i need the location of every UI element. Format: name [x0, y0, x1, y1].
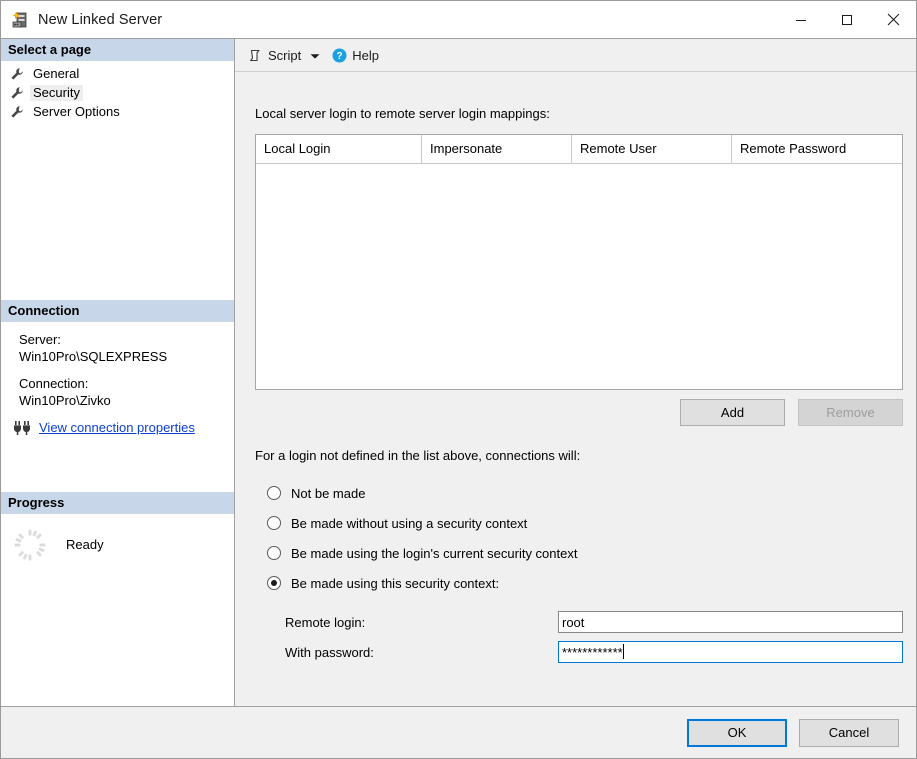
- view-connection-properties-link[interactable]: View connection properties: [39, 420, 195, 435]
- select-page-header: Select a page: [1, 39, 234, 61]
- sidebar-item-label: General: [30, 66, 82, 82]
- dialog-body: Select a page General Security: [1, 38, 916, 706]
- help-label: Help: [352, 48, 379, 63]
- undefined-login-prompt: For a login not defined in the list abov…: [255, 448, 903, 463]
- connection-header: Connection: [1, 300, 234, 322]
- window-controls: [778, 1, 916, 38]
- option-label: Be made using this security context:: [291, 576, 499, 591]
- help-button[interactable]: ? Help: [329, 43, 382, 67]
- login-mappings-grid[interactable]: Local Login Impersonate Remote User Remo…: [255, 134, 903, 390]
- wrench-icon: [10, 105, 24, 119]
- option-label: Be made using the login's current securi…: [291, 546, 577, 561]
- security-context-fields: Remote login: With password:: [255, 607, 903, 667]
- connection-value: Win10Pro\Zivko: [1, 392, 234, 409]
- grid-buttons: Add Remove: [255, 399, 903, 426]
- radio-icon[interactable]: [267, 546, 281, 560]
- connection-info: Server: Win10Pro\SQLEXPRESS Connection: …: [1, 322, 234, 492]
- sidebar-item-label: Server Options: [30, 104, 123, 120]
- help-circle-icon: ?: [332, 48, 347, 63]
- option-without-security-context[interactable]: Be made without using a security context: [255, 508, 903, 538]
- server-label: Server:: [1, 331, 234, 348]
- remote-login-row: Remote login:: [255, 607, 903, 637]
- add-button[interactable]: Add: [680, 399, 785, 426]
- view-connection-properties-row[interactable]: View connection properties: [1, 420, 234, 436]
- sidebar-item-security[interactable]: Security: [1, 83, 234, 102]
- column-header-local-login[interactable]: Local Login: [256, 135, 422, 163]
- remote-login-label: Remote login:: [285, 615, 558, 630]
- sidebar-item-label: Security: [30, 85, 83, 101]
- radio-icon-selected[interactable]: [267, 576, 281, 590]
- script-icon: [248, 48, 263, 63]
- text-cursor: [623, 644, 624, 659]
- main-panel: Script ? Help Local server login: [235, 38, 916, 706]
- option-logins-current-security-context[interactable]: Be made using the login's current securi…: [255, 538, 903, 568]
- connection-plug-icon: [13, 420, 33, 436]
- option-this-security-context[interactable]: Be made using this security context:: [255, 568, 903, 598]
- radio-icon[interactable]: [267, 486, 281, 500]
- connection-label: Connection:: [1, 375, 234, 392]
- toolbar: Script ? Help: [235, 39, 916, 72]
- script-label: Script: [268, 48, 301, 63]
- with-password-label: With password:: [285, 645, 558, 660]
- sidebar-item-server-options[interactable]: Server Options: [1, 102, 234, 121]
- maximize-icon[interactable]: [824, 1, 870, 38]
- security-context-options: Not be made Be made without using a secu…: [255, 478, 903, 598]
- minimize-icon[interactable]: [778, 1, 824, 38]
- remove-button: Remove: [798, 399, 903, 426]
- security-page-content: Local server login to remote server logi…: [235, 72, 916, 706]
- sidebar: Select a page General Security: [1, 38, 235, 706]
- chevron-down-icon[interactable]: [310, 48, 320, 63]
- cancel-button[interactable]: Cancel: [799, 719, 899, 747]
- password-wrapper: [558, 641, 903, 663]
- page-list: General Security Server Options: [1, 61, 234, 121]
- script-button[interactable]: Script: [245, 43, 304, 67]
- svg-text:?: ?: [337, 51, 343, 62]
- with-password-input[interactable]: [558, 641, 903, 663]
- sidebar-spacer: [1, 121, 234, 300]
- sidebar-item-general[interactable]: General: [1, 64, 234, 83]
- grid-header-row: Local Login Impersonate Remote User Remo…: [256, 135, 902, 164]
- with-password-row: With password:: [255, 637, 903, 667]
- wrench-icon: [10, 86, 24, 100]
- option-label: Not be made: [291, 486, 365, 501]
- close-icon[interactable]: [870, 1, 916, 38]
- progress-header: Progress: [1, 492, 234, 514]
- new-linked-server-icon: [11, 11, 29, 29]
- progress-spinner-icon: [13, 528, 47, 562]
- option-not-be-made[interactable]: Not be made: [255, 478, 903, 508]
- dialog-footer: OK Cancel: [1, 706, 916, 758]
- progress-status: Ready: [66, 528, 104, 562]
- option-label: Be made without using a security context: [291, 516, 527, 531]
- title-bar: New Linked Server: [1, 1, 916, 38]
- window-title: New Linked Server: [38, 12, 162, 28]
- column-header-remote-user[interactable]: Remote User: [572, 135, 732, 163]
- wrench-icon: [10, 67, 24, 81]
- progress-area: Ready: [1, 514, 234, 707]
- new-linked-server-dialog: New Linked Server Select a page Ge: [0, 0, 917, 759]
- ok-button[interactable]: OK: [687, 719, 787, 747]
- radio-icon[interactable]: [267, 516, 281, 530]
- server-value: Win10Pro\SQLEXPRESS: [1, 348, 234, 365]
- remote-login-input[interactable]: [558, 611, 903, 633]
- mappings-label: Local server login to remote server logi…: [255, 106, 903, 121]
- column-header-remote-password[interactable]: Remote Password: [732, 135, 902, 163]
- column-header-impersonate[interactable]: Impersonate: [422, 135, 572, 163]
